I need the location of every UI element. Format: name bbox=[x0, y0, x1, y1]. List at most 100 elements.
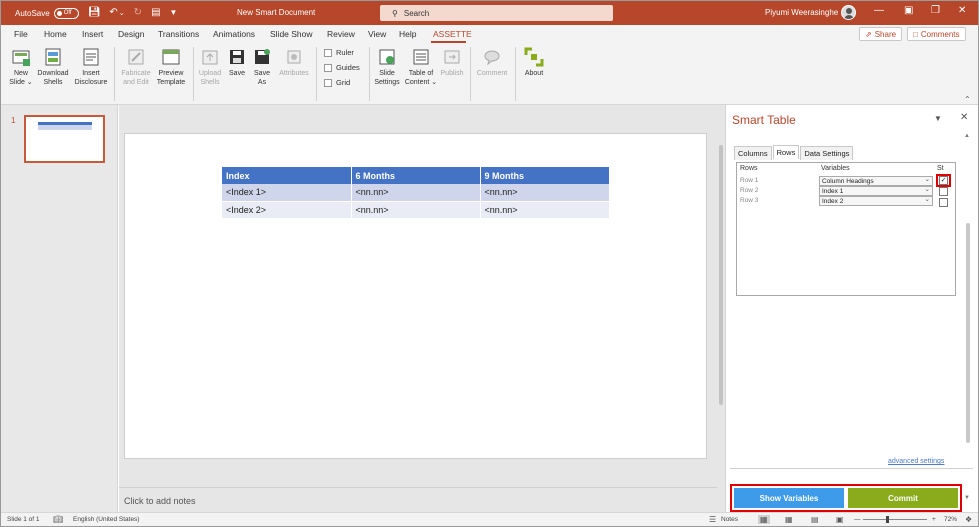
spelling-icon[interactable]: 📖︎ bbox=[53, 515, 63, 524]
tab-data-settings[interactable]: Data Settings bbox=[800, 146, 854, 160]
zoom-out-icon[interactable]: — bbox=[854, 516, 861, 523]
smart-table-pane: Smart Table ▼ ✕ ▲ ▼ Columns Rows Data Se… bbox=[725, 105, 978, 512]
tab-file[interactable]: File bbox=[14, 29, 28, 39]
reading-view-icon[interactable]: ▤ bbox=[811, 515, 819, 524]
variable-select[interactable]: Index 2 bbox=[819, 195, 933, 206]
save-button[interactable]: Save bbox=[226, 47, 248, 78]
pane-scrollbar-thumb[interactable] bbox=[966, 223, 970, 443]
tab-help[interactable]: Help bbox=[399, 29, 416, 39]
tab-assette[interactable]: ASSETTE bbox=[433, 29, 472, 39]
share-button[interactable]: ⇗ Share bbox=[859, 27, 903, 41]
editor-scrollbar[interactable] bbox=[717, 105, 725, 512]
tab-insert[interactable]: Insert bbox=[82, 29, 103, 39]
collapse-ribbon-icon[interactable]: ⌃ bbox=[964, 95, 971, 104]
ribbon-display-icon[interactable]: ▣ bbox=[904, 6, 913, 16]
table-header-cell[interactable]: 9 Months bbox=[480, 167, 610, 184]
slide-sorter-icon[interactable]: ▦ bbox=[785, 515, 793, 524]
slide-thumbnail[interactable] bbox=[24, 115, 105, 163]
table-cell[interactable]: <nn.nn> bbox=[480, 201, 610, 219]
tab-transitions[interactable]: Transitions bbox=[158, 29, 199, 39]
tab-design[interactable]: Design bbox=[118, 29, 144, 39]
new-slide-label-1: New bbox=[13, 70, 28, 77]
slideshow-icon[interactable]: ▣ bbox=[836, 515, 844, 524]
save-icon[interactable]: 💾︎ bbox=[88, 8, 101, 18]
scroll-up-icon[interactable]: ▲ bbox=[964, 133, 970, 139]
comment-button[interactable]: Comment bbox=[474, 47, 510, 78]
new-slide-button[interactable]: New Slide ⌄ bbox=[8, 47, 34, 87]
slide-canvas[interactable]: Index 6 Months 9 Months <Index 1> <nn.nn… bbox=[124, 133, 707, 459]
ruler-checkbox-box bbox=[324, 48, 332, 57]
zoom-level[interactable]: 72% bbox=[944, 516, 957, 523]
insert-disclosure-button[interactable]: Insert Disclosure bbox=[72, 47, 110, 87]
close-icon[interactable]: ✕ bbox=[958, 6, 966, 16]
table-of-content-button[interactable]: Table of Content ⌄ bbox=[403, 47, 439, 87]
tab-home[interactable]: Home bbox=[44, 29, 67, 39]
ruler-checkbox[interactable]: Ruler bbox=[324, 48, 354, 57]
tab-animations[interactable]: Animations bbox=[213, 29, 255, 39]
normal-view-icon[interactable]: ▦ bbox=[758, 515, 770, 524]
user-name[interactable]: Piyumi Weerasinghe bbox=[765, 8, 838, 17]
show-variables-button[interactable]: Show Variables bbox=[734, 488, 844, 508]
notes-placeholder: Click to add notes bbox=[124, 496, 196, 506]
search-box[interactable]: ⚲ Search bbox=[380, 5, 613, 21]
row-2-checkbox[interactable] bbox=[939, 187, 948, 196]
tab-view[interactable]: View bbox=[368, 29, 386, 39]
preview-template-icon bbox=[162, 49, 180, 65]
upload-shells-button[interactable]: Upload Shells bbox=[196, 47, 224, 87]
advanced-settings-link[interactable]: advanced settings bbox=[888, 458, 944, 465]
preview-template-label-1: Preview bbox=[158, 70, 184, 77]
editor-scrollbar-thumb[interactable] bbox=[719, 145, 723, 405]
fabricate-and-edit-button[interactable]: Fabricate and Edit bbox=[118, 47, 154, 87]
publish-button[interactable]: Publish bbox=[437, 47, 467, 78]
row-3-checkbox[interactable] bbox=[939, 198, 948, 207]
tab-columns[interactable]: Columns bbox=[734, 146, 772, 160]
commit-button[interactable]: Commit bbox=[848, 488, 958, 508]
notes-button[interactable]: Notes bbox=[721, 516, 738, 523]
attributes-button[interactable]: Attributes bbox=[276, 47, 312, 78]
variable-select[interactable]: Index 1 bbox=[819, 185, 933, 196]
pane-scrollbar[interactable]: ▲ ▼ bbox=[964, 133, 972, 505]
redo-icon[interactable]: ↻ bbox=[134, 8, 142, 18]
table-cell[interactable]: <nn.nn> bbox=[351, 184, 481, 202]
fit-to-window-icon[interactable]: ❖ bbox=[965, 515, 972, 524]
smart-table[interactable]: Index 6 Months 9 Months <Index 1> <nn.nn… bbox=[222, 167, 610, 219]
publish-icon bbox=[444, 50, 460, 64]
language-indicator[interactable]: English (United States) bbox=[73, 516, 139, 523]
avatar[interactable] bbox=[841, 5, 856, 20]
table-header-cell[interactable]: 6 Months bbox=[351, 167, 481, 184]
zoom-slider-handle[interactable] bbox=[886, 516, 889, 523]
undo-icon[interactable]: ↶ bbox=[109, 8, 117, 18]
save-as-button[interactable]: Save As bbox=[251, 47, 273, 87]
grid-checkbox[interactable]: Grid bbox=[324, 78, 350, 87]
table-cell[interactable]: <nn.nn> bbox=[351, 201, 481, 219]
pane-options-icon[interactable]: ▼ bbox=[934, 114, 942, 123]
table-cell[interactable]: <Index 1> bbox=[222, 184, 352, 202]
tab-slide-show[interactable]: Slide Show bbox=[270, 29, 313, 39]
notes-icon[interactable]: ☰ bbox=[709, 515, 716, 524]
preview-template-button[interactable]: Preview Template bbox=[154, 47, 188, 87]
about-button[interactable]: About bbox=[520, 47, 548, 78]
upload-shells-label-1: Upload bbox=[198, 70, 222, 77]
slide-settings-button[interactable]: Slide Settings bbox=[372, 47, 402, 87]
present-icon[interactable]: ▤ bbox=[151, 8, 160, 18]
table-header-cell[interactable]: Index bbox=[222, 167, 352, 184]
save-icon bbox=[230, 50, 244, 64]
scroll-down-icon[interactable]: ▼ bbox=[964, 495, 970, 501]
zoom-in-icon[interactable]: + bbox=[932, 516, 936, 523]
minimize-icon[interactable]: — bbox=[874, 6, 884, 16]
tab-review[interactable]: Review bbox=[327, 29, 355, 39]
tab-rows[interactable]: Rows bbox=[772, 145, 800, 159]
customize-icon[interactable]: ▼ bbox=[170, 9, 178, 17]
zoom-slider[interactable] bbox=[863, 519, 927, 520]
comments-button[interactable]: □ Comments bbox=[907, 27, 966, 41]
download-shells-button[interactable]: Download Shells bbox=[35, 47, 71, 87]
notes-area[interactable]: Click to add notes bbox=[119, 487, 725, 512]
undo-dropdown-icon[interactable]: ⌄ bbox=[119, 10, 125, 17]
table-cell[interactable]: <Index 2> bbox=[222, 201, 352, 219]
table-cell[interactable]: <nn.nn> bbox=[480, 184, 610, 202]
guides-checkbox[interactable]: Guides bbox=[324, 63, 360, 72]
restore-icon[interactable]: ❐ bbox=[931, 6, 940, 16]
variable-select[interactable]: Column Headings bbox=[819, 175, 933, 186]
autosave-toggle[interactable]: Off bbox=[53, 7, 79, 19]
pane-close-icon[interactable]: ✕ bbox=[960, 112, 968, 123]
